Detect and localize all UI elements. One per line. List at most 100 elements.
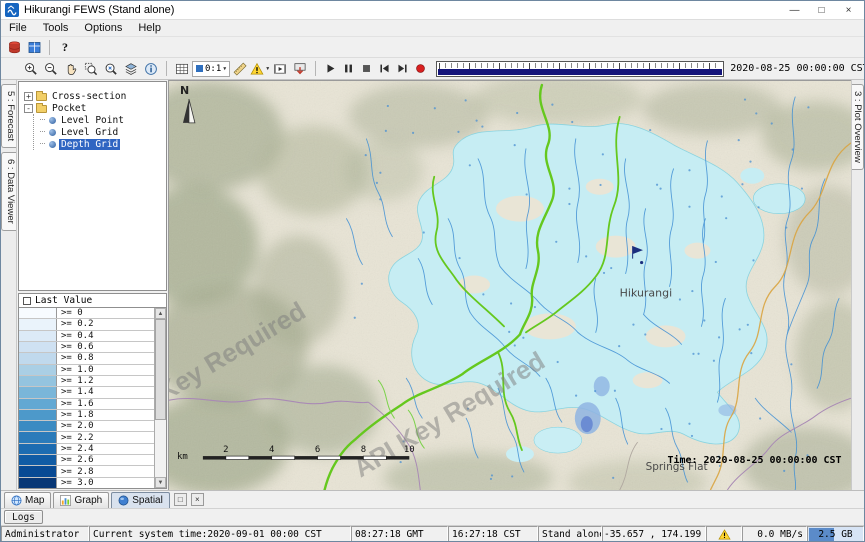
expand-icon[interactable]: + — [24, 92, 33, 101]
last-value-label: Last Value — [35, 295, 92, 306]
maximize-panel-icon[interactable]: □ — [174, 493, 187, 506]
zoom-box-icon[interactable] — [81, 60, 101, 78]
chevron-down-icon: ▼ — [223, 66, 226, 72]
status-mode: Stand alone — [538, 526, 602, 542]
tree-item-cross-section[interactable]: + Cross-section — [19, 90, 166, 102]
legend-swatch — [19, 331, 57, 341]
legend-swatch — [19, 466, 57, 476]
legend-swatch — [19, 478, 57, 488]
globe-icon — [11, 495, 22, 506]
legend-list: >= 0 >= 0.2 >= 0.4 >= 0.6 >= 0.8 >= 1.0 … — [18, 307, 167, 489]
left-panel: + Cross-section - Pocket Level Point — [17, 80, 169, 490]
interval-selector[interactable]: 0:1 ▼ — [192, 61, 230, 77]
last-value-checkbox[interactable] — [23, 297, 31, 305]
record-icon[interactable] — [411, 60, 429, 78]
tree-item-level-grid[interactable]: Level Grid — [34, 126, 166, 138]
zoom-out-icon[interactable] — [41, 60, 61, 78]
menu-tools[interactable]: Tools — [35, 21, 77, 35]
database-icon[interactable] — [4, 38, 24, 56]
status-bar: Administrator Current system time:2020-0… — [1, 525, 864, 542]
step-last-icon[interactable] — [393, 60, 411, 78]
tree-item-depth-grid[interactable]: Depth Grid — [34, 138, 166, 150]
main-toolbar: ? — [1, 37, 864, 58]
map-view[interactable]: API Key Required API Key Required N km 2… — [169, 80, 851, 490]
legend-scrollbar[interactable]: ▲ ▼ — [154, 308, 166, 488]
toolbar-separator — [315, 61, 316, 76]
legend-swatch — [19, 376, 57, 386]
menu-options[interactable]: Options — [76, 21, 130, 35]
content-area: 5 : Forecast 6 : Data Viewer + Cross-sec… — [1, 80, 864, 490]
tab-data-viewer[interactable]: 6 : Data Viewer — [1, 152, 16, 231]
menu-file[interactable]: File — [1, 21, 35, 35]
grid-display-icon[interactable] — [172, 60, 192, 78]
status-user: Administrator — [1, 526, 89, 542]
tree-children: Level Point Level Grid Depth Grid — [33, 114, 166, 150]
tab-forecast[interactable]: 5 : Forecast — [1, 84, 16, 148]
legend-swatch — [19, 455, 57, 465]
legend-swatch — [19, 308, 57, 318]
menu-help[interactable]: Help — [130, 21, 169, 35]
legend-row: >= 1.6 — [19, 399, 154, 410]
stop-icon[interactable] — [357, 60, 375, 78]
map-canvas[interactable]: API Key Required API Key Required N km 2… — [169, 81, 851, 490]
scrollbar-thumb[interactable] — [155, 319, 166, 420]
info-icon[interactable] — [141, 60, 161, 78]
timeline-slider[interactable] — [436, 61, 724, 77]
legend-rows: >= 0 >= 0.2 >= 0.4 >= 0.6 >= 0.8 >= 1.0 … — [19, 308, 154, 488]
tree-item-pocket[interactable]: - Pocket — [19, 102, 166, 114]
tab-spatial[interactable]: Spatial — [111, 492, 170, 508]
svg-text:N: N — [180, 84, 189, 97]
status-warning[interactable] — [706, 526, 742, 542]
status-gmt-time: 08:27:18 GMT — [351, 526, 448, 542]
interval-color-icon — [196, 65, 203, 72]
layer-tree: + Cross-section - Pocket Level Point — [18, 81, 167, 291]
scroll-up-icon[interactable]: ▲ — [155, 308, 166, 319]
legend-swatch — [19, 365, 57, 375]
tab-plot-overview[interactable]: 3 : Plot Overview — [852, 84, 864, 170]
legend-swatch — [19, 444, 57, 454]
thresholds-dropdown[interactable]: ▼ — [250, 62, 270, 76]
memory-label: 2.5 GB — [818, 529, 852, 540]
folder-icon — [36, 105, 47, 113]
logs-row: Logs — [1, 508, 864, 525]
folder-icon — [36, 93, 47, 101]
collapse-icon[interactable]: - — [24, 104, 33, 113]
pause-icon[interactable] — [339, 60, 357, 78]
help-icon[interactable]: ? — [55, 38, 75, 56]
tab-map[interactable]: Map — [4, 492, 51, 508]
zoom-extent-icon[interactable] — [101, 60, 121, 78]
legend-swatch — [19, 432, 57, 442]
close-button[interactable]: × — [835, 2, 862, 19]
tab-graph[interactable]: Graph — [53, 492, 109, 508]
step-first-icon[interactable] — [375, 60, 393, 78]
legend-panel: Last Value >= 0 >= 0.2 >= 0.4 >= 0.6 >= … — [18, 293, 167, 489]
legend-row: >= 3.0 — [19, 478, 154, 488]
legend-row: >= 0.2 — [19, 319, 154, 330]
animation-export-icon[interactable] — [270, 60, 290, 78]
tree-item-level-point[interactable]: Level Point — [34, 114, 166, 126]
svg-text:6: 6 — [315, 445, 320, 455]
logs-button[interactable]: Logs — [4, 510, 43, 524]
save-export-icon[interactable] — [290, 60, 310, 78]
chart-icon — [60, 495, 71, 506]
legend-row: >= 2.4 — [19, 444, 154, 455]
menu-bar: File Tools Options Help — [1, 20, 864, 37]
pan-hand-icon[interactable] — [61, 60, 81, 78]
scroll-down-icon[interactable]: ▼ — [155, 477, 166, 488]
close-panel-icon[interactable]: × — [191, 493, 204, 506]
zoom-in-icon[interactable] — [21, 60, 41, 78]
legend-row: >= 0.4 — [19, 331, 154, 342]
ruler-icon[interactable] — [230, 60, 250, 78]
maximize-button[interactable]: □ — [808, 2, 835, 19]
minimize-button[interactable]: — — [781, 2, 808, 19]
warning-icon — [250, 62, 264, 76]
map-toolbar: 0:1 ▼ ▼ — [1, 58, 864, 80]
play-icon[interactable] — [321, 60, 339, 78]
status-memory: 2.5 GB — [807, 526, 864, 542]
warning-icon — [718, 529, 731, 540]
layers-icon[interactable] — [121, 60, 141, 78]
label-hikurangi: Hikurangi — [620, 286, 672, 299]
display-grid-icon[interactable] — [24, 38, 44, 56]
scrollbar-track[interactable] — [155, 420, 166, 477]
toolbar-time-label: 2020-08-25 00:00:00 CST — [730, 63, 865, 74]
